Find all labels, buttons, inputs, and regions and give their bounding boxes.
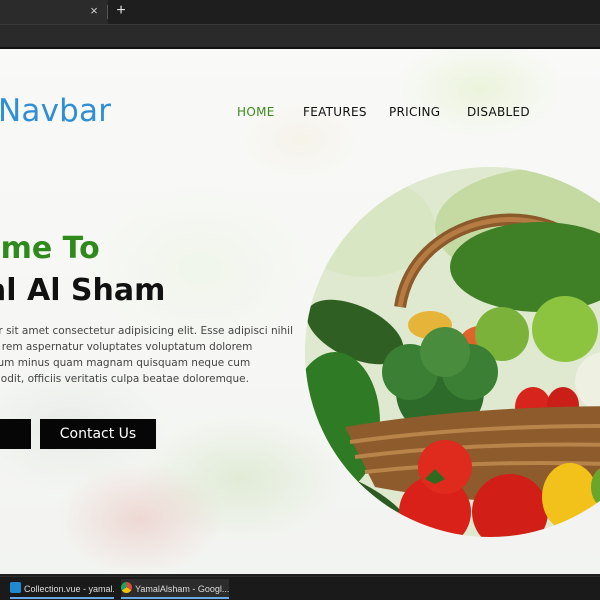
nav-pricing[interactable]: PRICING: [389, 105, 440, 119]
nav-disabled: DISABLED: [467, 105, 530, 119]
hero-title-line1: ome To: [0, 231, 100, 266]
tab-divider: [107, 5, 108, 19]
browser-toolbar: [0, 24, 600, 49]
contact-us-button[interactable]: Contact Us: [40, 419, 156, 449]
nav-home[interactable]: HOME: [237, 105, 275, 119]
hero-paragraph: or sit amet consectetur adipisicing elit…: [0, 323, 294, 387]
chrome-icon: [121, 582, 132, 593]
taskbar-item-label: YamalAlsham - Googl...: [135, 584, 229, 594]
new-tab-icon[interactable]: +: [112, 2, 130, 20]
active-indicator: [121, 597, 229, 599]
vscode-icon: [10, 582, 21, 593]
close-icon[interactable]: ×: [86, 3, 102, 19]
active-indicator: [10, 597, 114, 599]
page-viewport: Navbar HOME FEATURES PRICING DISABLED om…: [0, 49, 600, 574]
brand-logo[interactable]: Navbar: [0, 93, 111, 129]
hero-title-line2: al Al Sham: [0, 273, 166, 308]
taskbar-item-label: Collection.vue - yamal...: [24, 584, 114, 594]
nav-features[interactable]: FEATURES: [303, 105, 367, 119]
taskbar-item-vscode[interactable]: Collection.vue - yamal...: [10, 579, 114, 599]
taskbar-item-chrome[interactable]: YamalAlsham - Googl...: [121, 579, 229, 599]
hero-paragraph-line: or sit amet consectetur adipisicing elit…: [0, 325, 294, 337]
hero-paragraph-line: s odit, officiis veritatis culpa beatae …: [0, 373, 249, 385]
browser-tabstrip: × +: [0, 0, 600, 24]
primary-button[interactable]: [0, 419, 31, 449]
os-taskbar: Collection.vue - yamal... YamalAlsham - …: [0, 576, 600, 600]
hero-paragraph-line: sum minus quam magnam quisquam neque cum: [0, 357, 251, 369]
hero-paragraph-line: e rem aspernatur voluptates voluptatum d…: [0, 341, 253, 353]
